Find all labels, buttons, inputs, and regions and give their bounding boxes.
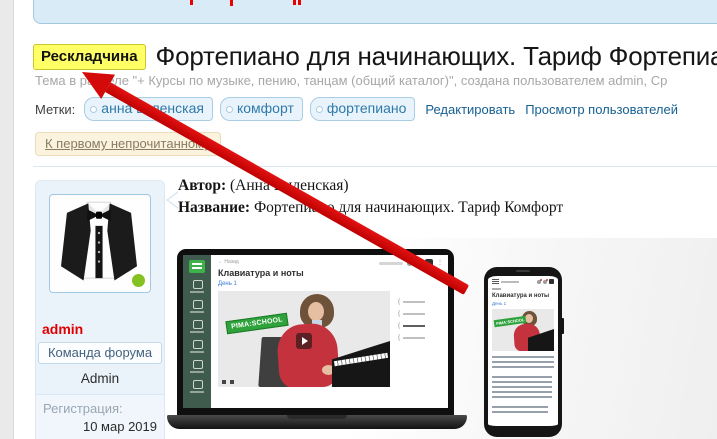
lesson-item-text <box>403 301 425 303</box>
page-left-gutter <box>0 0 14 439</box>
username-link[interactable]: admin <box>42 321 164 337</box>
lesson-item-text <box>403 325 425 327</box>
edit-tags-link[interactable]: Редактировать <box>425 102 515 117</box>
laptop-base <box>167 415 467 429</box>
app-avatar <box>425 259 433 267</box>
lesson-item-text <box>403 313 425 315</box>
sidebar-nav-icon <box>190 320 204 333</box>
sidebar-nav-icon <box>190 380 204 393</box>
registration-value: 10 мар 2019 <box>43 419 157 434</box>
lesson-list: { { { { <box>398 291 436 387</box>
author-value: (Анна Виленская) <box>226 177 348 194</box>
phone-side-button <box>561 318 564 334</box>
thread-title-row: Рескладчина Фортепиано для начинающих. Т… <box>33 41 717 72</box>
name-value: Фортепиано для начинающих. Тариф Комфорт <box>250 199 563 216</box>
laptop-mockup: ⋮ ← Назад Клавиатура и ноты День 1 PIMA:… <box>177 249 454 416</box>
sidebar-nav-icon <box>190 280 204 293</box>
bell-icon <box>407 261 412 266</box>
lesson-video-player: PIMA:SCHOOL <box>218 291 390 387</box>
app-topbar: ⋮ <box>379 259 443 267</box>
sidebar-nav-icon <box>190 340 204 353</box>
pima-school-logo-icon <box>189 260 205 273</box>
user-role: Admin <box>36 371 164 386</box>
search-bar <box>379 262 403 265</box>
post-author-line: Автор: (Анна Виленская) <box>178 177 349 195</box>
staff-banner: Команда форума <box>38 342 162 364</box>
app-avatar <box>549 279 554 284</box>
phone-back-link <box>492 288 501 290</box>
tag-komfort[interactable]: комфорт <box>220 97 303 121</box>
note-icon: { <box>398 311 400 317</box>
chat-icon <box>543 280 547 284</box>
first-unread-button[interactable]: К первому непрочитанному <box>35 132 221 156</box>
app-content-row: PIMA:SCHOOL { { { { <box>218 291 441 387</box>
piano-keyboard <box>332 341 390 387</box>
chat-icon <box>416 261 421 266</box>
phone-app-topbar <box>492 279 554 284</box>
phone-search-bar <box>501 281 519 283</box>
play-button-icon <box>296 333 312 349</box>
clipped-red-text-mark <box>230 0 233 6</box>
thread-prefix-badge[interactable]: Рескладчина <box>33 44 146 70</box>
phone-lesson-title: Клавиатура и ноты <box>492 293 554 299</box>
phone-mockup: Клавиатура и ноты День 1 PIMA:SCHOOL <box>484 267 562 437</box>
message-bubble-tip <box>166 191 178 209</box>
sidebar-nav-icon <box>190 360 204 373</box>
lesson-list-item: { <box>398 311 436 317</box>
tag-anna-vilenskaya[interactable]: анна виленская <box>84 97 213 121</box>
user-avatar[interactable] <box>49 194 151 293</box>
clipped-red-text-mark <box>298 0 301 5</box>
pima-school-badge: PIMA:SCHOOL <box>225 313 288 335</box>
phone-video-thumb: PIMA:SCHOOL <box>492 309 554 351</box>
forum-thread-page: Рескладчина Фортепиано для начинающих. Т… <box>0 0 717 439</box>
lesson-list-item: { <box>398 299 436 305</box>
phone-paragraph-placeholder <box>492 376 552 401</box>
video-controls <box>222 380 236 384</box>
phone-paragraph-placeholder <box>492 356 554 371</box>
clipped-notice-box <box>33 0 717 24</box>
note-icon: { <box>398 299 400 305</box>
menu-dots-icon: ⋮ <box>437 260 443 266</box>
presenter-face <box>308 302 324 321</box>
sidebar-nav-icon <box>190 300 204 313</box>
author-label: Автор: <box>178 177 226 194</box>
view-users-link[interactable]: Просмотр пользователей <box>525 102 678 117</box>
lesson-item-text <box>403 337 425 339</box>
lesson-list-item: { <box>398 335 436 341</box>
hamburger-menu-icon <box>492 279 499 284</box>
user-extra-info: Регистрация: 10 мар 2019 Сообщения: <box>36 394 164 439</box>
bell-icon <box>537 280 541 284</box>
app-sidebar <box>183 255 211 408</box>
section-divider <box>33 166 717 167</box>
post-user-panel: admin Команда форума Admin Регистрация: … <box>35 180 165 439</box>
app-main-area: ⋮ ← Назад Клавиатура и ноты День 1 PIMA:… <box>211 255 448 408</box>
phone-paragraph-placeholder <box>492 406 548 416</box>
registration-label: Регистрация: <box>43 401 157 416</box>
note-icon: { <box>398 335 400 341</box>
tag-fortepiano[interactable]: фортепиано <box>310 97 416 121</box>
presenter-red-jacket <box>276 322 340 387</box>
tags-row: Метки: анна виленская комфорт фортепиано… <box>35 97 678 121</box>
note-icon: { <box>398 323 400 329</box>
phone-day-link: День 1 <box>492 301 554 306</box>
name-label: Название: <box>178 199 250 216</box>
phone-screen-content: Клавиатура и ноты День 1 PIMA:SCHOOL <box>488 276 558 426</box>
tags-label: Метки: <box>35 102 75 117</box>
app-lesson-title: Клавиатура и ноты <box>218 268 441 278</box>
clipped-red-text-mark <box>190 0 193 5</box>
clipped-red-text-mark <box>293 0 296 5</box>
thread-title: Фортепиано для начинающих. Тариф Фортепи… <box>156 41 717 72</box>
online-status-dot <box>132 274 145 287</box>
laptop-screen-content: ⋮ ← Назад Клавиатура и ноты День 1 PIMA:… <box>183 255 448 408</box>
post-name-line: Название: Фортепиано для начинающих. Тар… <box>178 199 563 217</box>
thread-subtitle: Тема в разделе "+ Курсы по музыке, пению… <box>35 73 667 88</box>
lesson-list-item-active: { <box>398 323 436 329</box>
app-day-link: День 1 <box>218 281 441 287</box>
